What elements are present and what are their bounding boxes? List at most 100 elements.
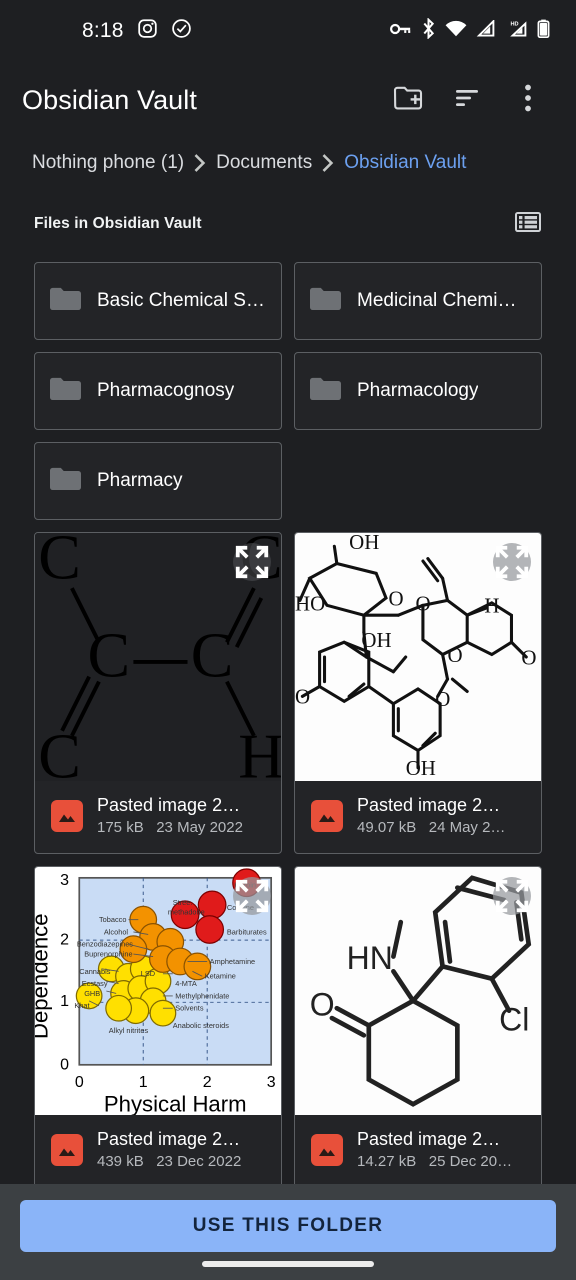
file-card[interactable]: OH HO OH O O O OH O O H O Pasted image 2… xyxy=(294,532,542,855)
check-circle-icon xyxy=(171,18,192,44)
folder-icon xyxy=(49,376,81,407)
svg-text:HN: HN xyxy=(347,940,393,976)
svg-text:OH: OH xyxy=(406,756,436,780)
section-header: Files in Obsidian Vault xyxy=(0,190,576,254)
svg-text:O: O xyxy=(310,987,335,1023)
folder-icon xyxy=(309,286,341,317)
svg-text:3: 3 xyxy=(267,1074,276,1091)
files-grid: Basic Chemical S… Medicinal Chemi… Pharm… xyxy=(0,254,576,1184)
breadcrumb-item-documents[interactable]: Documents xyxy=(216,152,312,174)
svg-text:Methylphenidate: Methylphenidate xyxy=(175,991,229,1000)
file-date: 25 Dec 20… xyxy=(428,1153,513,1171)
vpn-key-icon xyxy=(389,21,412,42)
svg-text:GHB: GHB xyxy=(84,989,100,998)
fullscreen-expand-icon[interactable] xyxy=(493,543,531,581)
svg-text:Amphetamine: Amphetamine xyxy=(210,957,256,966)
image-file-icon xyxy=(51,1134,83,1167)
svg-text:H: H xyxy=(484,594,499,618)
file-meta: Pasted image 2… 175 kB 23 May 2022 xyxy=(35,781,281,853)
status-clock: 8:18 xyxy=(82,19,124,42)
folder-label: Pharmacology xyxy=(357,380,479,401)
svg-text:O: O xyxy=(521,645,536,669)
file-size: 49.07 kB xyxy=(357,819,417,837)
svg-text:H: H xyxy=(238,721,281,781)
svg-text:LSD: LSD xyxy=(141,969,155,978)
breadcrumb-item-device[interactable]: Nothing phone (1) xyxy=(32,152,184,174)
chart-x-axis-label: Physical Harm xyxy=(104,1092,247,1115)
svg-text:O: O xyxy=(416,591,431,615)
svg-text:Ketamine: Ketamine xyxy=(205,972,236,981)
overflow-menu-button[interactable] xyxy=(498,70,558,130)
list-view-toggle-button[interactable] xyxy=(506,204,550,244)
svg-text:1: 1 xyxy=(139,1074,148,1091)
image-file-icon xyxy=(51,800,83,833)
create-new-folder-button[interactable] xyxy=(378,70,438,130)
folder-label: Pharmacognosy xyxy=(97,380,235,401)
signal-sim1-icon xyxy=(476,18,495,42)
file-card[interactable]: HN O Cl Pasted image 2… 14.27 kB 25 Dec … xyxy=(294,866,542,1184)
folder-card[interactable]: Medicinal Chemi… xyxy=(294,262,542,340)
svg-text:HO: HO xyxy=(295,591,325,615)
file-thumbnail[interactable]: Tobacco Alcohol Benzodiazepines Buprenor… xyxy=(35,867,281,1116)
svg-text:0: 0 xyxy=(60,1057,69,1074)
svg-text:O: O xyxy=(435,687,450,711)
svg-text:Ecstasy: Ecstasy xyxy=(82,979,108,988)
instagram-icon xyxy=(137,18,158,44)
file-size: 14.27 kB xyxy=(357,1153,417,1171)
bluetooth-icon xyxy=(421,17,436,44)
breadcrumb-item-current[interactable]: Obsidian Vault xyxy=(344,152,466,174)
folder-card[interactable]: Basic Chemical S… xyxy=(34,262,282,340)
svg-text:O: O xyxy=(448,643,463,667)
gesture-navigation-pill[interactable] xyxy=(202,1261,374,1267)
svg-text:3: 3 xyxy=(60,872,69,889)
fullscreen-expand-icon[interactable] xyxy=(493,877,531,916)
svg-text:Cannabis: Cannabis xyxy=(79,967,110,976)
file-thumbnail[interactable]: C C C C C H xyxy=(35,533,281,781)
svg-text:Alcohol: Alcohol xyxy=(104,927,129,936)
svg-text:Benzodiazepines: Benzodiazepines xyxy=(77,940,133,949)
folder-icon xyxy=(309,376,341,407)
sort-button[interactable] xyxy=(438,70,498,130)
svg-text:Solvents: Solvents xyxy=(175,1004,204,1013)
folder-label: Basic Chemical S… xyxy=(97,290,265,311)
image-file-icon xyxy=(311,800,343,833)
svg-text:OH: OH xyxy=(361,628,391,652)
folder-label: Pharmacy xyxy=(97,470,183,491)
app-bar-actions xyxy=(378,70,558,130)
content-scroll-area[interactable]: Nothing phone (1) Documents Obsidian Vau… xyxy=(0,138,576,1184)
folder-card[interactable]: Pharmacology xyxy=(294,352,542,430)
svg-text:Cl: Cl xyxy=(499,1001,529,1037)
svg-text:Anabolic steroids: Anabolic steroids xyxy=(173,1021,229,1030)
wifi-icon xyxy=(445,20,467,42)
folder-card[interactable]: Pharmacognosy xyxy=(34,352,282,430)
file-subtitle: 175 kB 23 May 2022 xyxy=(97,817,243,839)
file-subtitle: 14.27 kB 25 Dec 20… xyxy=(357,1151,512,1173)
file-size: 439 kB xyxy=(97,1153,144,1171)
list-view-icon xyxy=(515,211,541,238)
file-date: 23 May 2022 xyxy=(156,819,243,837)
folder-icon xyxy=(49,286,81,317)
svg-text:Buprenorphine: Buprenorphine xyxy=(84,950,132,959)
breadcrumb: Nothing phone (1) Documents Obsidian Vau… xyxy=(0,138,576,190)
file-meta: Pasted image 2… 439 kB 23 Dec 2022 xyxy=(35,1115,281,1184)
folder-card[interactable]: Pharmacy xyxy=(34,442,282,520)
svg-text:O: O xyxy=(295,685,310,709)
file-thumbnail[interactable]: HN O Cl xyxy=(295,867,541,1116)
file-card[interactable]: Tobacco Alcohol Benzodiazepines Buprenor… xyxy=(34,866,282,1184)
svg-text:O: O xyxy=(388,586,403,610)
svg-text:Khat: Khat xyxy=(74,1001,89,1010)
fullscreen-expand-icon[interactable] xyxy=(233,877,271,916)
file-thumbnail[interactable]: OH HO OH O O O OH O O H O xyxy=(295,533,541,781)
image-file-icon xyxy=(311,1134,343,1167)
use-this-folder-button[interactable]: USE THIS FOLDER xyxy=(20,1200,556,1252)
file-subtitle: 49.07 kB 24 May 2… xyxy=(357,817,505,839)
section-title: Files in Obsidian Vault xyxy=(34,215,202,232)
file-card[interactable]: C C C C C H xyxy=(34,532,282,855)
file-name: Pasted image 2… xyxy=(357,1129,501,1150)
svg-text:Barbiturates: Barbiturates xyxy=(227,927,267,936)
svg-text:HD: HD xyxy=(511,22,519,28)
status-bar-right: HD xyxy=(389,17,554,44)
svg-text:Stree.: Stree. xyxy=(173,898,193,907)
more-vert-icon xyxy=(524,83,532,118)
fullscreen-expand-icon[interactable] xyxy=(233,543,271,581)
